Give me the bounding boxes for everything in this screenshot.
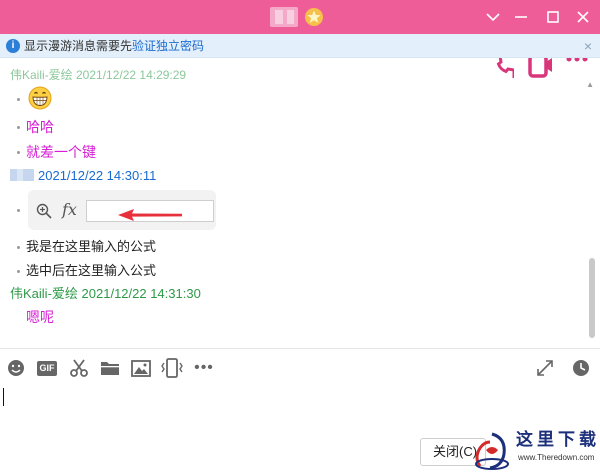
more-icon: ••• (194, 359, 214, 376)
contact-avatar-blurred (270, 7, 298, 27)
fx-label: fx (62, 200, 77, 219)
scissors-icon (70, 359, 88, 377)
message-bullet (17, 151, 20, 154)
message-text: 就差一个键 (26, 144, 96, 160)
history-icon (573, 360, 589, 376)
watermark: 这里下载 www.Theredown.com (466, 426, 600, 476)
call-actions (492, 58, 588, 78)
message-text: 哈哈 (26, 119, 54, 135)
emoji-button[interactable] (5, 358, 27, 378)
video-call-icon[interactable] (528, 58, 552, 78)
notice-text: 显示漫游消息需要先验证独立密码 (24, 39, 205, 53)
message-header-partial: 伟Kaili-爱绘 2021/12/22 14:29:29 (10, 68, 187, 82)
shake-icon (161, 358, 183, 378)
expand-icon (537, 360, 553, 376)
sender-name-blurred (10, 169, 34, 181)
notice-close-icon[interactable]: × (584, 38, 592, 54)
maximize-icon (547, 11, 559, 23)
maximize-button[interactable] (540, 4, 566, 30)
message-bullet (17, 246, 20, 249)
message-bullet (17, 98, 20, 101)
verify-password-link[interactable]: 验证独立密码 (132, 39, 204, 53)
watermark-url: www.Theredown.com (518, 453, 595, 462)
expand-input-button[interactable] (534, 358, 556, 378)
close-window-button[interactable] (570, 4, 596, 30)
message-bullet (17, 126, 20, 129)
send-image-button[interactable] (130, 358, 152, 378)
send-file-button[interactable] (99, 358, 121, 378)
shake-window-button[interactable] (161, 358, 183, 378)
message-text: 我是在这里输入的公式 (26, 239, 157, 254)
input-toolbar: GIF ••• (0, 348, 600, 386)
close-icon (577, 11, 589, 23)
emoji-icon (8, 360, 24, 376)
folder-icon (101, 362, 119, 375)
red-arrow-annotation (118, 209, 182, 221)
grinning-face-emoji (28, 86, 52, 110)
message-history-button[interactable] (570, 358, 592, 378)
watermark-title: 这里下载 (516, 430, 600, 450)
text-caret (3, 388, 4, 406)
chat-history[interactable]: 伟Kaili-爱绘 2021/12/22 14:29:29 哈哈 就差一个键 2… (0, 58, 600, 348)
site-logo-icon (475, 432, 509, 470)
screenshot-button[interactable] (68, 358, 90, 378)
more-tools-button[interactable]: ••• (193, 358, 215, 378)
scrollbar-thumb[interactable] (589, 258, 595, 338)
phone-icon[interactable] (492, 58, 514, 78)
roaming-notice-bar: i 显示漫游消息需要先验证独立密码 × (0, 34, 600, 58)
zoom-in-icon[interactable] (36, 203, 52, 219)
scroll-up-arrow-icon[interactable]: ▲ (586, 80, 594, 89)
message-bullet (17, 270, 20, 273)
title-bar (0, 0, 600, 34)
image-icon (131, 359, 151, 377)
minimize-icon (515, 16, 527, 18)
minimize-button[interactable] (508, 4, 534, 30)
gif-icon: GIF (37, 360, 57, 376)
message-bullet (17, 209, 20, 212)
message-header: 伟Kaili-爱绘 2021/12/22 14:31:30 (10, 286, 201, 301)
gif-button[interactable]: GIF (36, 358, 58, 378)
info-icon: i (6, 39, 20, 53)
message-text: 选中后在这里输入公式 (26, 263, 157, 278)
more-options-icon[interactable] (566, 58, 588, 78)
message-header: 2021/12/22 14:30:11 (10, 168, 156, 184)
message-text: 嗯呢 (26, 309, 54, 325)
star-icon (305, 8, 323, 26)
dropdown-button[interactable] (480, 4, 506, 30)
chevron-down-icon (486, 13, 500, 22)
